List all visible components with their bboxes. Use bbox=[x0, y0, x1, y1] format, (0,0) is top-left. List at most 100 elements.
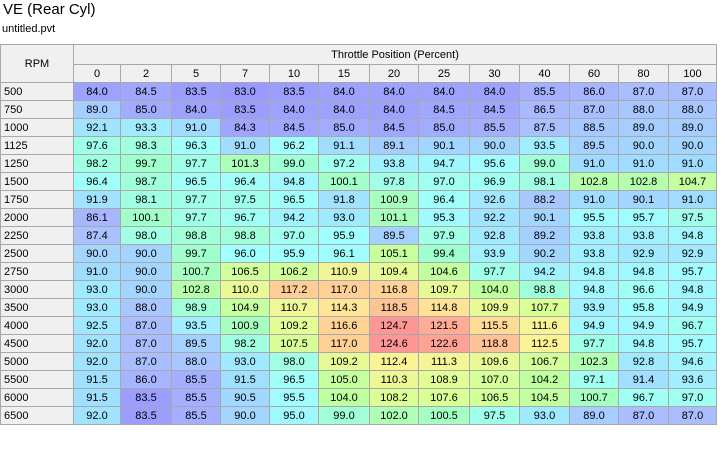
ve-cell[interactable]: 88.0 bbox=[618, 100, 669, 119]
ve-cell[interactable]: 84.5 bbox=[469, 100, 520, 119]
ve-cell[interactable]: 90.0 bbox=[220, 406, 270, 425]
ve-cell[interactable]: 95.6 bbox=[469, 154, 520, 173]
ve-cell[interactable]: 112.4 bbox=[369, 352, 419, 371]
ve-cell[interactable]: 90.0 bbox=[618, 136, 669, 155]
ve-cell[interactable]: 111.6 bbox=[519, 316, 570, 335]
ve-cell[interactable]: 95.7 bbox=[668, 334, 717, 353]
ve-cell[interactable]: 106.7 bbox=[519, 352, 570, 371]
ve-cell[interactable]: 87.0 bbox=[569, 100, 619, 119]
ve-cell[interactable]: 109.9 bbox=[469, 298, 520, 317]
ve-cell[interactable]: 89.5 bbox=[369, 226, 419, 245]
ve-cell[interactable]: 87.0 bbox=[618, 406, 669, 425]
ve-cell[interactable]: 96.3 bbox=[171, 136, 221, 155]
ve-cell[interactable]: 85.5 bbox=[171, 370, 221, 389]
ve-cell[interactable]: 92.5 bbox=[73, 316, 121, 335]
ve-cell[interactable]: 94.8 bbox=[618, 334, 669, 353]
ve-cell[interactable]: 96.7 bbox=[618, 388, 669, 407]
ve-cell[interactable]: 97.7 bbox=[569, 334, 619, 353]
ve-cell[interactable]: 85.0 bbox=[120, 100, 172, 119]
ve-cell[interactable]: 94.8 bbox=[668, 280, 717, 299]
ve-cell[interactable]: 84.0 bbox=[73, 82, 121, 101]
ve-cell[interactable]: 88.0 bbox=[120, 298, 172, 317]
ve-cell[interactable]: 104.7 bbox=[668, 172, 717, 191]
ve-cell[interactable]: 96.9 bbox=[469, 172, 520, 191]
ve-cell[interactable]: 98.3 bbox=[120, 136, 172, 155]
ve-cell[interactable]: 92.2 bbox=[469, 208, 520, 227]
ve-cell[interactable]: 84.5 bbox=[269, 118, 319, 137]
ve-cell[interactable]: 84.5 bbox=[418, 100, 470, 119]
ve-cell[interactable]: 83.5 bbox=[120, 388, 172, 407]
ve-cell[interactable]: 84.0 bbox=[369, 82, 419, 101]
ve-cell[interactable]: 95.3 bbox=[418, 208, 470, 227]
ve-cell[interactable]: 93.0 bbox=[73, 280, 121, 299]
ve-cell[interactable]: 114.3 bbox=[318, 298, 370, 317]
ve-cell[interactable]: 93.0 bbox=[73, 298, 121, 317]
ve-cell[interactable]: 102.8 bbox=[171, 280, 221, 299]
ve-cell[interactable]: 93.9 bbox=[569, 298, 619, 317]
ve-cell[interactable]: 99.7 bbox=[120, 154, 172, 173]
ve-cell[interactable]: 85.5 bbox=[469, 118, 520, 137]
ve-cell[interactable]: 87.4 bbox=[73, 226, 121, 245]
ve-cell[interactable]: 105.1 bbox=[369, 244, 419, 263]
ve-cell[interactable]: 116.6 bbox=[318, 316, 370, 335]
ve-cell[interactable]: 92.0 bbox=[73, 352, 121, 371]
ve-cell[interactable]: 96.5 bbox=[171, 172, 221, 191]
ve-cell[interactable]: 86.5 bbox=[519, 100, 570, 119]
ve-cell[interactable]: 90.0 bbox=[668, 136, 717, 155]
ve-cell[interactable]: 83.5 bbox=[220, 100, 270, 119]
ve-cell[interactable]: 94.8 bbox=[618, 262, 669, 281]
ve-cell[interactable]: 96.5 bbox=[269, 370, 319, 389]
ve-cell[interactable]: 105.0 bbox=[318, 370, 370, 389]
ve-cell[interactable]: 88.0 bbox=[668, 100, 717, 119]
ve-cell[interactable]: 91.0 bbox=[668, 154, 717, 173]
ve-cell[interactable]: 98.2 bbox=[220, 334, 270, 353]
ve-cell[interactable]: 92.9 bbox=[668, 244, 717, 263]
ve-cell[interactable]: 84.0 bbox=[469, 82, 520, 101]
ve-cell[interactable]: 95.8 bbox=[618, 298, 669, 317]
ve-cell[interactable]: 107.5 bbox=[269, 334, 319, 353]
ve-cell[interactable]: 96.4 bbox=[418, 190, 470, 209]
ve-cell[interactable]: 85.0 bbox=[418, 118, 470, 137]
ve-cell[interactable]: 97.1 bbox=[569, 370, 619, 389]
ve-cell[interactable]: 95.0 bbox=[269, 406, 319, 425]
ve-cell[interactable]: 100.9 bbox=[369, 190, 419, 209]
ve-cell[interactable]: 102.8 bbox=[618, 172, 669, 191]
ve-cell[interactable]: 98.0 bbox=[120, 226, 172, 245]
ve-cell[interactable]: 118.5 bbox=[369, 298, 419, 317]
ve-cell[interactable]: 91.5 bbox=[220, 370, 270, 389]
ve-cell[interactable]: 98.8 bbox=[220, 226, 270, 245]
ve-cell[interactable]: 93.9 bbox=[469, 244, 520, 263]
ve-cell[interactable]: 91.0 bbox=[618, 154, 669, 173]
ve-cell[interactable]: 91.0 bbox=[73, 262, 121, 281]
ve-cell[interactable]: 93.0 bbox=[519, 406, 570, 425]
ve-cell[interactable]: 84.0 bbox=[318, 82, 370, 101]
ve-cell[interactable]: 93.0 bbox=[318, 208, 370, 227]
ve-cell[interactable]: 93.0 bbox=[220, 352, 270, 371]
ve-cell[interactable]: 118.8 bbox=[469, 334, 520, 353]
ve-cell[interactable]: 106.5 bbox=[469, 388, 520, 407]
ve-cell[interactable]: 97.5 bbox=[469, 406, 520, 425]
ve-cell[interactable]: 95.7 bbox=[668, 262, 717, 281]
ve-cell[interactable]: 122.6 bbox=[418, 334, 470, 353]
ve-cell[interactable]: 91.0 bbox=[569, 154, 619, 173]
ve-cell[interactable]: 89.5 bbox=[171, 334, 221, 353]
ve-cell[interactable]: 109.6 bbox=[469, 352, 520, 371]
ve-cell[interactable]: 90.0 bbox=[469, 136, 520, 155]
ve-cell[interactable]: 88.5 bbox=[569, 118, 619, 137]
ve-cell[interactable]: 96.7 bbox=[668, 316, 717, 335]
ve-cell[interactable]: 94.2 bbox=[269, 208, 319, 227]
ve-cell[interactable]: 83.5 bbox=[171, 82, 221, 101]
ve-cell[interactable]: 93.8 bbox=[369, 154, 419, 173]
ve-cell[interactable]: 92.1 bbox=[73, 118, 121, 137]
ve-cell[interactable]: 93.6 bbox=[668, 370, 717, 389]
ve-cell[interactable]: 92.8 bbox=[618, 352, 669, 371]
ve-cell[interactable]: 117.0 bbox=[318, 280, 370, 299]
ve-cell[interactable]: 88.0 bbox=[171, 352, 221, 371]
ve-cell[interactable]: 89.2 bbox=[519, 226, 570, 245]
ve-cell[interactable]: 84.5 bbox=[120, 82, 172, 101]
ve-cell[interactable]: 87.0 bbox=[668, 406, 717, 425]
ve-cell[interactable]: 97.7 bbox=[171, 190, 221, 209]
ve-cell[interactable]: 85.5 bbox=[519, 82, 570, 101]
ve-cell[interactable]: 87.0 bbox=[618, 82, 669, 101]
ve-cell[interactable]: 87.0 bbox=[120, 352, 172, 371]
